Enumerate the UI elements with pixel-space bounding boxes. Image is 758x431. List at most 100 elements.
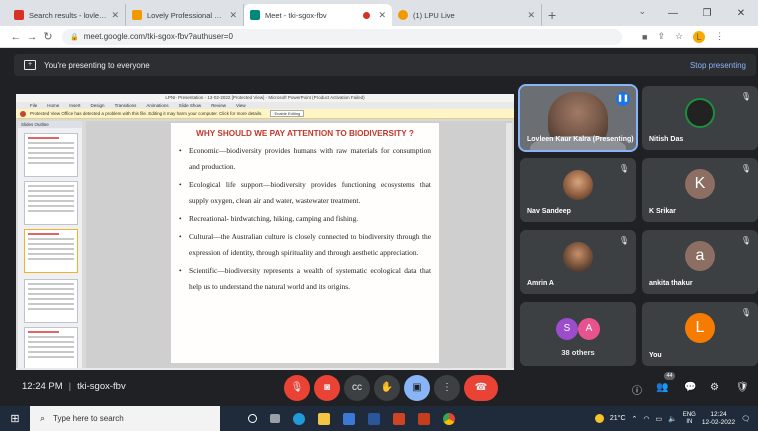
stop-presenting-button[interactable]: Stop presenting	[690, 61, 746, 70]
cortana-icon[interactable]	[248, 414, 257, 423]
network-icon[interactable]: ◠	[643, 415, 649, 423]
slide-thumbnail[interactable]	[24, 279, 78, 323]
activities-icon[interactable]: ⚙	[710, 382, 719, 393]
slide-thumbnail[interactable]	[24, 133, 78, 177]
presenting-banner: + You're presenting to everyone Stop pre…	[14, 54, 756, 76]
host-controls-icon[interactable]: 🛡	[736, 382, 749, 393]
close-icon[interactable]: ✕	[229, 10, 237, 21]
ribbon-tab[interactable]: Review	[211, 102, 226, 109]
powerpoint-active-icon[interactable]	[418, 412, 430, 425]
close-icon[interactable]: ✕	[378, 10, 386, 21]
ribbon-tab[interactable]: Insert	[69, 102, 80, 109]
weather-icon[interactable]	[594, 414, 604, 423]
speaking-indicator-icon: ❚❚	[616, 92, 630, 106]
browser-tab-active[interactable]: Meet - tki-sgox-fbv ✕	[244, 4, 392, 26]
participant-tile-presenter[interactable]: ❚❚ Lovleen Kaur Kalra (Presenting)	[518, 84, 638, 152]
minimize-icon[interactable]: —	[656, 8, 690, 19]
slide-thumbnail-selected[interactable]	[24, 229, 78, 273]
browser-tab[interactable]: (1) LPU Live ✕	[392, 4, 542, 26]
lock-icon[interactable]: 🔒	[70, 33, 79, 41]
participant-tile[interactable]: 🎙︎ a ankita thakur	[642, 230, 758, 294]
participant-photo	[563, 241, 593, 272]
close-window-icon[interactable]: ✕	[724, 8, 758, 19]
slide-thumbnail[interactable]	[24, 181, 78, 225]
close-icon[interactable]: ✕	[111, 10, 119, 21]
participant-tile[interactable]: 🎙︎ Amrin A	[520, 230, 636, 294]
enable-editing-button[interactable]: Enable Editing	[270, 110, 305, 117]
ribbon-tab[interactable]: Design	[91, 102, 105, 109]
camera-in-use-icon[interactable]: ■	[642, 32, 647, 42]
battery-icon[interactable]: ▭	[656, 415, 663, 423]
file-explorer-icon[interactable]	[318, 412, 330, 425]
menu-dots-icon[interactable]: ⋮	[715, 31, 724, 42]
present-button[interactable]: ▣	[404, 375, 430, 401]
ribbon-tab[interactable]: Animations	[146, 102, 168, 109]
notifications-icon[interactable]: 🗨	[741, 415, 750, 423]
close-icon[interactable]: ✕	[527, 10, 535, 21]
people-count-badge: 44	[664, 372, 675, 380]
participant-tile[interactable]: 🎙︎ K K Srikar	[642, 158, 758, 222]
word-icon[interactable]	[368, 412, 380, 425]
meeting-details-icon[interactable]: ⓘ	[632, 382, 642, 397]
slide-thumbnail[interactable]	[24, 327, 78, 371]
browser-tab[interactable]: Lovely Professional University - L... ✕	[126, 4, 244, 26]
region-code: IN	[686, 418, 693, 425]
bookmark-star-icon[interactable]: ☆	[675, 31, 683, 42]
camera-toggle-button[interactable]: ◙	[314, 375, 340, 401]
others-count: 38 others	[561, 348, 595, 357]
mic-toggle-button[interactable]: 🎙︎	[284, 375, 310, 401]
url-field[interactable]: 🔒 meet.google.com/tki-sgox-fbv?authuser=…	[62, 28, 622, 45]
volume-icon[interactable]: 🔈	[668, 415, 677, 423]
meeting-time: 12:24 PM	[22, 381, 63, 392]
raise-hand-button[interactable]: ✋	[374, 375, 400, 401]
url-text: meet.google.com/tki-sgox-fbv?authuser=0	[83, 32, 233, 41]
current-slide[interactable]: WHY SHOULD WE PAY ATTENTION TO BIODIVERS…	[171, 123, 439, 363]
restore-icon[interactable]: ❐	[690, 8, 724, 19]
profile-avatar[interactable]: L	[693, 30, 706, 43]
task-view-icon[interactable]	[270, 414, 280, 423]
taskbar-search[interactable]: ⌕ Type here to search	[30, 406, 220, 431]
store-icon[interactable]	[343, 412, 355, 425]
taskbar-clock[interactable]: 12:24 12-02-2022	[702, 411, 735, 427]
windows-start-icon[interactable]: ⊞	[0, 412, 30, 425]
chrome-icon[interactable]	[443, 412, 455, 425]
mic-off-icon: 🎙︎	[740, 236, 751, 245]
share-icon[interactable]: ⇪	[657, 31, 665, 42]
slides-outline-tabs[interactable]: Slides Outline	[18, 121, 82, 128]
participant-tile[interactable]: 🎙︎ Nitish Das	[642, 86, 758, 150]
clock-time: 12:24	[710, 410, 727, 418]
people-icon[interactable]: 👥	[656, 382, 668, 393]
slide-scrollbar[interactable]	[506, 123, 512, 373]
ribbon-tab[interactable]: File	[30, 102, 37, 109]
bullet-item: Recreational- birdwatching, hiking, camp…	[179, 211, 431, 227]
reload-icon[interactable]: ↻	[40, 30, 56, 43]
ribbon-tab[interactable]: Home	[47, 102, 59, 109]
more-options-button[interactable]: ⋮	[434, 375, 460, 401]
slide-title: WHY SHOULD WE PAY ATTENTION TO BIODIVERS…	[196, 129, 414, 138]
participant-tile[interactable]: 🎙︎ Nav Sandeep	[520, 158, 636, 222]
tab-search-icon[interactable]: ⌄	[638, 6, 646, 17]
tab-title: (1) LPU Live	[413, 10, 455, 20]
new-tab-button[interactable]: +	[548, 4, 556, 26]
address-bar-row: ← → ↻ 🔒 meet.google.com/tki-sgox-fbv?aut…	[0, 26, 758, 48]
browser-tab[interactable]: Search results - lovleen.18863@... ✕	[8, 4, 126, 26]
back-icon[interactable]: ←	[8, 31, 24, 43]
slide-canvas: WHY SHOULD WE PAY ATTENTION TO BIODIVERS…	[86, 121, 512, 373]
weather-temp[interactable]: 21°C	[610, 415, 626, 422]
others-tile[interactable]: S A 38 others	[520, 302, 636, 366]
chat-icon[interactable]: 💬	[684, 382, 696, 393]
bullet-item: Economic—biodiversity provides humans wi…	[179, 143, 431, 175]
edge-icon[interactable]	[293, 412, 305, 425]
ribbon-tab[interactable]: Transitions	[115, 102, 137, 109]
forward-icon[interactable]: →	[24, 31, 40, 43]
language-indicator[interactable]: ENG IN	[683, 412, 696, 426]
self-tile[interactable]: 🎙︎ L You	[642, 302, 758, 366]
end-call-button[interactable]: ☎	[464, 375, 498, 401]
meet-stage: + You're presenting to everyone Stop pre…	[0, 48, 758, 406]
mic-off-icon: 🎙︎	[618, 236, 629, 245]
powerpoint-taskbar-icon[interactable]	[393, 412, 405, 425]
captions-button[interactable]: cc	[344, 375, 370, 401]
ribbon-tab[interactable]: View	[236, 102, 246, 109]
tray-chevron-icon[interactable]: ⌃	[632, 415, 638, 423]
ribbon-tab[interactable]: Slide Show	[179, 102, 202, 109]
